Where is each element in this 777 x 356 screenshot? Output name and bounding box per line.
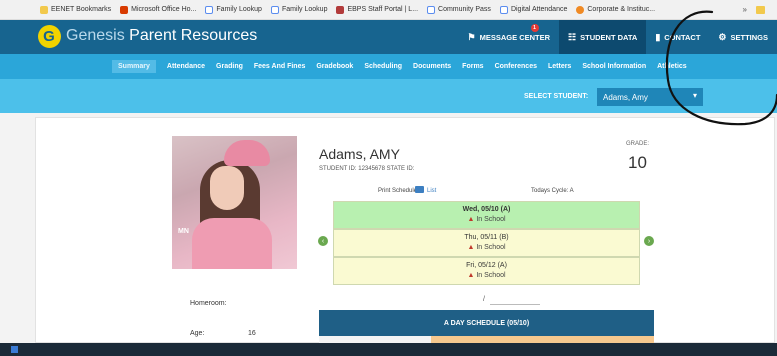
start-icon[interactable] — [11, 346, 18, 353]
school-icon: ▲ — [467, 244, 475, 251]
contact-button[interactable]: ▮ CONTACT — [646, 20, 709, 54]
day-card[interactable]: Thu, 05/11 (B) ▲ In School — [333, 229, 640, 257]
tab-conferences[interactable]: Conferences — [495, 63, 537, 70]
prev-days-arrow-icon[interactable]: ‹ — [318, 236, 328, 246]
portal-icon — [336, 5, 345, 14]
page-icon — [427, 5, 436, 14]
tab-summary[interactable]: Summary — [112, 60, 156, 73]
message-center-button[interactable]: ⚑ MESSAGE CENTER 1 — [459, 20, 560, 54]
schedule-header: A DAY SCHEDULE (05/10) — [319, 310, 654, 336]
settings-button[interactable]: ⚙ SETTINGS — [709, 20, 777, 54]
folder-icon[interactable] — [756, 6, 765, 14]
day-card[interactable]: Wed, 05/10 (A) ▲ In School — [333, 201, 640, 229]
tab-attendance[interactable]: Attendance — [167, 63, 205, 70]
page-icon — [499, 5, 508, 14]
app-header: G Genesis Parent Resources ⚑ MESSAGE CEN… — [0, 20, 777, 54]
flag-icon: ⚑ — [467, 31, 476, 42]
tab-forms[interactable]: Forms — [462, 63, 483, 70]
bookmarks-more-button[interactable]: » — [743, 5, 747, 14]
bookmarks-bar: EENET Bookmarks Microsoft Office Ho... F… — [0, 0, 777, 20]
bookmark-family-lookup-2[interactable]: Family Lookup — [270, 5, 327, 14]
tab-scheduling[interactable]: Scheduling — [364, 63, 402, 70]
taskbar — [0, 343, 777, 356]
student-select[interactable]: Adams, Amy ▾ — [597, 88, 703, 106]
school-icon: ▲ — [467, 216, 475, 223]
bookmark-community-pass[interactable]: Community Pass — [427, 5, 491, 14]
contact-icon: ▮ — [655, 31, 661, 42]
student-data-button[interactable]: ☷ STUDENT DATA — [559, 20, 647, 54]
tab-gradebook[interactable]: Gradebook — [316, 63, 353, 70]
day-card[interactable]: Fri, 05/12 (A) ▲ In School — [333, 257, 640, 285]
grade-value: 10 — [628, 153, 647, 172]
print-list-link[interactable]: List — [427, 188, 436, 194]
gear-icon: ⚙ — [718, 31, 727, 42]
schedule-separator: / — [483, 296, 485, 303]
message-count-badge: 1 — [530, 24, 539, 32]
bookmark-staff-portal[interactable]: EBPS Staff Portal | L... — [336, 5, 418, 14]
tab-athletics[interactable]: Athletics — [657, 63, 687, 70]
genesis-logo-icon[interactable]: G — [38, 25, 61, 48]
age-label: Age: — [190, 330, 205, 337]
todays-cycle: Todays Cycle: A — [531, 188, 574, 194]
corporate-icon — [576, 5, 585, 14]
bookmark-icon — [40, 5, 48, 14]
divider — [490, 304, 540, 305]
bookmark-office[interactable]: Microsoft Office Ho... — [120, 5, 196, 14]
page-icon — [270, 5, 279, 14]
grade-label: GRADE: — [626, 141, 650, 147]
print-list-icon[interactable] — [415, 186, 424, 193]
tab-letters[interactable]: Letters — [548, 63, 571, 70]
bookmark-eenet[interactable]: EENET Bookmarks — [40, 5, 111, 14]
print-schedule-label: Print Schedule: — [378, 188, 419, 194]
student-ids: STUDENT ID: 12345678 STATE ID: — [319, 166, 415, 172]
school-icon: ▲ — [467, 272, 475, 279]
chevron-down-icon: ▾ — [692, 91, 697, 100]
main-nav: Summary Attendance Grading Fees And Fine… — [0, 54, 777, 79]
photo-watermark: MN — [178, 228, 189, 235]
header-nav: ⚑ MESSAGE CENTER 1 ☷ STUDENT DATA ▮ CONT… — [459, 20, 777, 54]
bookmark-family-lookup-1[interactable]: Family Lookup — [205, 5, 262, 14]
homeroom-label: Homeroom: — [190, 300, 227, 307]
tab-documents[interactable]: Documents — [413, 63, 451, 70]
tab-school-information[interactable]: School Information — [582, 63, 646, 70]
tab-grading[interactable]: Grading — [216, 63, 243, 70]
student-data-icon: ☷ — [568, 31, 577, 42]
student-photo: MN — [172, 136, 297, 269]
page-icon — [205, 5, 214, 14]
student-name: Adams, AMY — [319, 146, 400, 162]
next-days-arrow-icon[interactable]: › — [644, 236, 654, 246]
bookmark-corporate[interactable]: Corporate & Instituc... — [576, 5, 655, 14]
tab-fees-and-fines[interactable]: Fees And Fines — [254, 63, 305, 70]
age-value: 16 — [248, 330, 256, 337]
student-select-bar: SELECT STUDENT: Adams, Amy ▾ — [0, 79, 777, 113]
brand-title: Genesis Parent Resources — [66, 27, 258, 44]
bookmark-digital-attendance[interactable]: Digital Attendance — [499, 5, 567, 14]
select-student-label: SELECT STUDENT: — [524, 93, 589, 100]
office-icon — [120, 5, 129, 14]
